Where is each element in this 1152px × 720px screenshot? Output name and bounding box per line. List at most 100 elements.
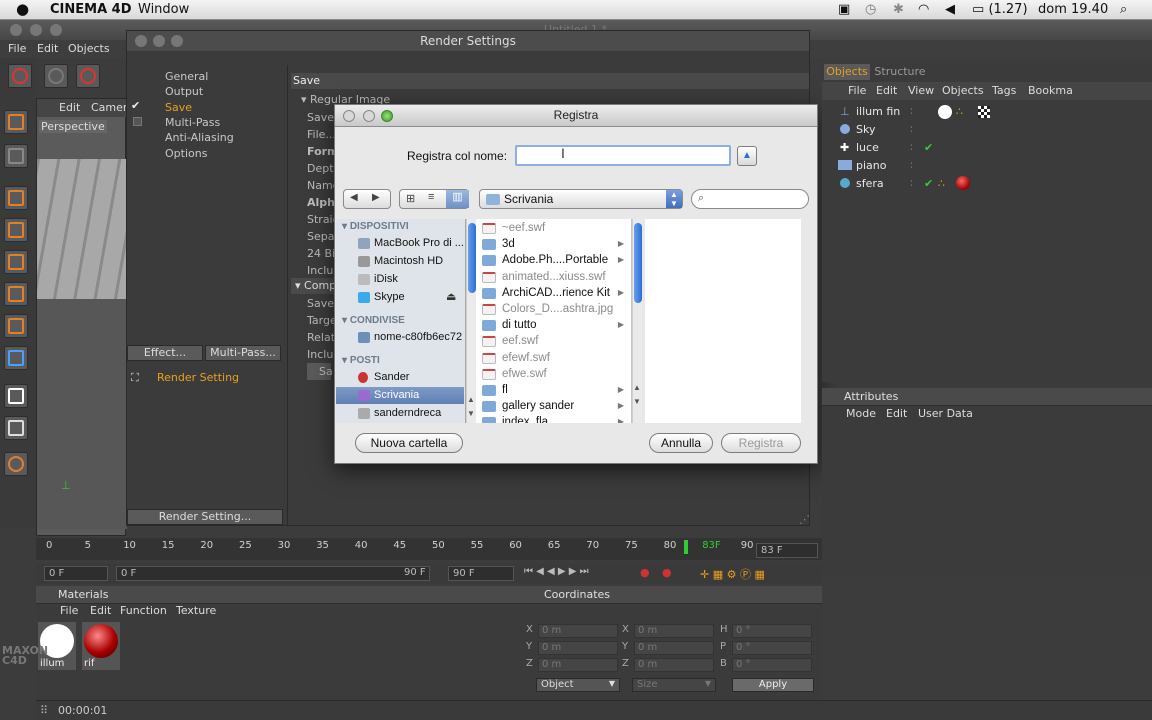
sidebar-item-idisk[interactable]: iDisk bbox=[336, 271, 464, 288]
app-menu[interactable]: CINEMA 4D bbox=[50, 2, 132, 17]
undo-icon[interactable] bbox=[8, 64, 32, 88]
scroll-down-icon[interactable]: ▼ bbox=[467, 409, 475, 418]
filename-input[interactable] bbox=[515, 145, 731, 166]
attr-menu-mode[interactable]: Mode bbox=[846, 407, 876, 420]
list-view-icon[interactable]: ≡ bbox=[428, 191, 434, 203]
file-list-item[interactable]: efewf.swf bbox=[476, 350, 631, 366]
material-swatch[interactable]: rif bbox=[82, 622, 120, 670]
coord-value-field[interactable]: 0 ° bbox=[732, 641, 812, 655]
tab-structure[interactable]: Structure bbox=[872, 64, 928, 80]
om-menu-bookmarks[interactable]: Bookma bbox=[1028, 84, 1073, 97]
expand-dialog-button[interactable]: ▲ bbox=[737, 146, 757, 166]
tool-edges-icon[interactable] bbox=[4, 282, 28, 306]
rs-nav-save[interactable]: Save bbox=[165, 101, 192, 114]
sidebar-section-shared[interactable]: ▾ CONDIVISE bbox=[342, 315, 405, 326]
tag-icon[interactable]: ∴ bbox=[938, 177, 945, 190]
rs-nav-general[interactable]: General bbox=[165, 70, 208, 83]
resize-grip-icon[interactable]: ⋰ bbox=[799, 513, 810, 526]
forward-icon[interactable]: ▶ bbox=[372, 192, 380, 203]
tool-uv-icon[interactable] bbox=[4, 346, 28, 370]
file-list-item[interactable]: ~eef.swf bbox=[476, 220, 631, 236]
cancel-button[interactable]: Annulla bbox=[649, 433, 713, 453]
apply-button[interactable]: Apply bbox=[732, 678, 814, 692]
zoom-icon[interactable] bbox=[50, 24, 62, 36]
coord-value-field[interactable]: 0 m bbox=[538, 641, 618, 655]
om-menu-tags[interactable]: Tags bbox=[992, 84, 1016, 97]
scroll-up-icon[interactable]: ▲ bbox=[633, 383, 641, 392]
playback-controls-icon[interactable]: ⏮ ◀ ◀ ▶ ▶ ⏭ bbox=[524, 566, 589, 577]
select-icon[interactable] bbox=[76, 64, 100, 88]
tab-objects[interactable]: Objects bbox=[824, 64, 870, 80]
end-frame-field[interactable]: 90 F bbox=[448, 566, 514, 581]
attr-menu-edit[interactable]: Edit bbox=[886, 407, 907, 420]
location-popup[interactable]: Scrivania ▲ ▼ bbox=[479, 189, 683, 209]
file-list-item[interactable]: gallery sander ▶ bbox=[476, 398, 631, 414]
visibility-dots-icon[interactable]: ∶ bbox=[910, 123, 913, 136]
tool-axis-icon[interactable] bbox=[4, 218, 28, 242]
rs-zoom-icon[interactable] bbox=[171, 35, 183, 47]
scroll-up-icon[interactable]: ▲ bbox=[467, 395, 475, 404]
dialog-zoom-icon[interactable] bbox=[381, 110, 393, 122]
tool-model-icon[interactable] bbox=[4, 110, 28, 134]
autokey-icon[interactable]: ● bbox=[662, 566, 672, 579]
object-row[interactable]: piano ∶ bbox=[828, 157, 1146, 175]
enabled-check-icon[interactable]: ✔ bbox=[924, 177, 933, 190]
rs-nav-output[interactable]: Output bbox=[165, 85, 203, 98]
save-check-icon[interactable]: ✔ bbox=[131, 99, 140, 112]
range-start-field[interactable]: 0 F bbox=[116, 566, 430, 581]
rs-nav-antialiasing[interactable]: Anti-Aliasing bbox=[165, 131, 234, 144]
sidebar-scrollbar[interactable]: ▲ ▼ bbox=[466, 219, 476, 423]
tag-icon[interactable]: ∴ bbox=[956, 105, 963, 118]
sidebar-item-macbook[interactable]: MacBook Pro di ... bbox=[336, 235, 464, 252]
tool-polygons-icon[interactable] bbox=[4, 314, 28, 338]
rs-minimize-icon[interactable] bbox=[153, 35, 165, 47]
file-list-item[interactable]: Adobe.Ph....Portable ▶ bbox=[476, 252, 631, 268]
start-frame-field[interactable]: 0 F bbox=[44, 566, 108, 581]
mat-menu-function[interactable]: Function bbox=[120, 604, 167, 617]
om-menu-view[interactable]: View bbox=[908, 84, 934, 97]
coord-value-field[interactable]: 0 m bbox=[538, 624, 618, 638]
timemachine-icon[interactable]: ◷ bbox=[865, 2, 876, 17]
file-list-item[interactable]: di tutto ▶ bbox=[476, 317, 631, 333]
material-tag-icon[interactable] bbox=[938, 105, 952, 119]
viewport[interactable]: Edit Camera Perspective ⊥ bbox=[36, 98, 134, 536]
sidebar-scroll-thumb[interactable] bbox=[468, 223, 476, 293]
scroll-down-icon[interactable]: ▼ bbox=[633, 397, 641, 406]
visibility-dots-icon[interactable]: ∶ bbox=[910, 177, 913, 190]
file-list-item[interactable]: Colors_D....ashtra.jpg bbox=[476, 301, 631, 317]
clock[interactable]: dom 19.40 bbox=[1038, 2, 1108, 17]
object-row[interactable]: sfera ∶ ✔ ∴ bbox=[828, 175, 1146, 193]
close-icon[interactable] bbox=[10, 24, 22, 36]
current-frame-field[interactable]: 83 F bbox=[756, 543, 818, 558]
apple-icon[interactable]: ● bbox=[16, 0, 29, 18]
file-scrollbar[interactable]: ▲ ▼ bbox=[632, 219, 642, 423]
key-options-icon[interactable]: ✛ ▦ ⚙ Ⓟ ▦ bbox=[700, 566, 765, 582]
column-view-icon[interactable]: ▥ bbox=[446, 190, 469, 208]
rs-close-icon[interactable] bbox=[135, 35, 147, 47]
multipass-button[interactable]: Multi-Pass... bbox=[205, 345, 281, 361]
coord-value-field[interactable]: 0 m bbox=[634, 624, 714, 638]
mat-menu-file[interactable]: File bbox=[60, 604, 78, 617]
attr-menu-userdata[interactable]: User Data bbox=[918, 407, 973, 420]
visibility-dots-icon[interactable]: ∶ bbox=[910, 141, 913, 154]
screen-icon[interactable]: ▣ bbox=[838, 2, 850, 17]
sidebar-section-devices[interactable]: ▾ DISPOSITIVI bbox=[342, 221, 409, 232]
coord-value-field[interactable]: 0 m bbox=[538, 658, 618, 672]
object-row[interactable]: ⊥ illum fin ∶ ∴ bbox=[828, 103, 1146, 121]
menu-file[interactable]: File bbox=[8, 42, 26, 55]
tool-workplane-icon[interactable] bbox=[4, 186, 28, 210]
empty-column[interactable] bbox=[645, 219, 801, 423]
rs-nav-multipass[interactable]: Multi-Pass bbox=[165, 116, 220, 129]
minimize-icon[interactable] bbox=[30, 24, 42, 36]
file-list-item[interactable]: index_fla ▶ bbox=[476, 414, 631, 423]
sidebar-item-sander[interactable]: Sander bbox=[336, 369, 464, 386]
sidebar-item-scrivania[interactable]: Scrivania bbox=[336, 387, 464, 404]
menu-objects[interactable]: Objects bbox=[68, 42, 110, 55]
dialog-minimize-icon[interactable] bbox=[363, 110, 375, 122]
sidebar-item-macintosh-hd[interactable]: Macintosh HD bbox=[336, 253, 464, 270]
save-button[interactable]: Registra bbox=[721, 433, 801, 453]
spotlight-icon[interactable]: ⌕ bbox=[1120, 2, 1127, 17]
menu-edit[interactable]: Edit bbox=[37, 42, 58, 55]
rs-nav-options[interactable]: Options bbox=[165, 147, 207, 160]
coord-value-field[interactable]: 0 ° bbox=[732, 658, 812, 672]
